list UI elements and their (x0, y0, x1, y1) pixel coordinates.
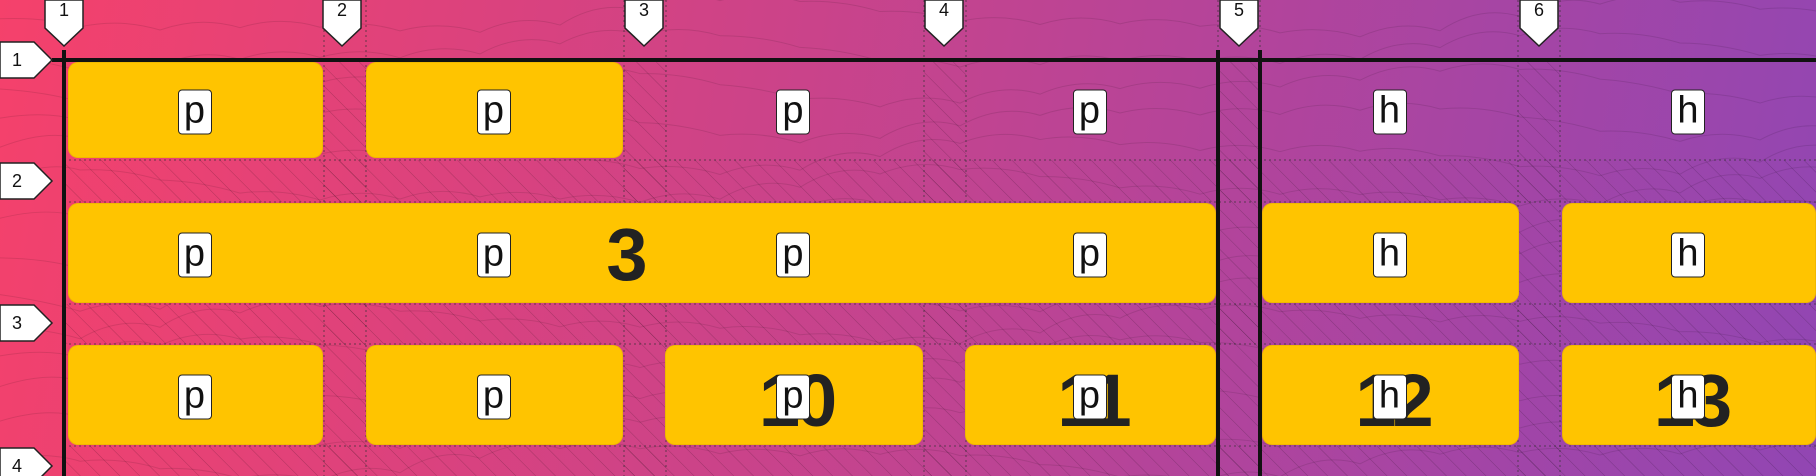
column-line-number: 5 (1233, 0, 1244, 20)
column-line-number: 3 (638, 0, 649, 20)
column-line-label[interactable]: 4 (923, 0, 965, 48)
row-line-number: 3 (11, 313, 22, 333)
content-chip[interactable]: p (177, 374, 212, 420)
row-line-label[interactable]: 3 (0, 303, 54, 343)
content-chip[interactable]: p (476, 374, 511, 420)
column-line-label[interactable]: 3 (623, 0, 665, 48)
column-line-label[interactable]: 2 (321, 0, 363, 48)
row-gap (64, 446, 1816, 476)
grid-inspector-canvas: 3 pppphhpppphhpp10p11p12h13h 123456 1234 (0, 0, 1816, 476)
content-chip[interactable]: p (1072, 374, 1107, 420)
row-gap (64, 160, 1816, 202)
row-line-number: 1 (11, 50, 22, 70)
row-line-number: 4 (11, 456, 22, 476)
content-chip[interactable]: h (1671, 374, 1705, 420)
column-line-number: 6 (1533, 0, 1544, 20)
row-line-number: 2 (11, 171, 22, 191)
content-chip[interactable]: h (1372, 374, 1407, 420)
content-chip[interactable]: p (476, 89, 511, 135)
column-gap (1518, 60, 1560, 476)
row-line-label[interactable]: 1 (0, 40, 54, 80)
column-gap (1218, 60, 1260, 476)
content-chip[interactable]: h (1372, 89, 1407, 135)
content-chip[interactable]: p (776, 374, 810, 420)
column-line-label[interactable]: 6 (1518, 0, 1560, 48)
row-line-label[interactable]: 4 (0, 446, 54, 476)
content-chip[interactable]: h (1372, 232, 1407, 278)
row-gap (64, 304, 1816, 344)
column-line-number: 1 (58, 0, 69, 20)
content-chip[interactable]: p (776, 89, 810, 135)
column-line-number: 2 (336, 0, 347, 20)
row-line-label[interactable]: 2 (0, 161, 54, 201)
content-chip[interactable]: p (476, 232, 511, 278)
column-line-label[interactable]: 5 (1218, 0, 1260, 48)
content-chip[interactable]: p (177, 232, 212, 278)
grid-area-number: 3 (606, 213, 647, 296)
content-chip[interactable]: h (1671, 232, 1705, 278)
content-chip[interactable]: h (1671, 89, 1705, 135)
content-chip[interactable]: p (1072, 89, 1107, 135)
content-chip[interactable]: p (177, 89, 212, 135)
column-line-number: 4 (938, 0, 949, 20)
content-chip[interactable]: p (1072, 232, 1107, 278)
content-chip[interactable]: p (776, 232, 810, 278)
